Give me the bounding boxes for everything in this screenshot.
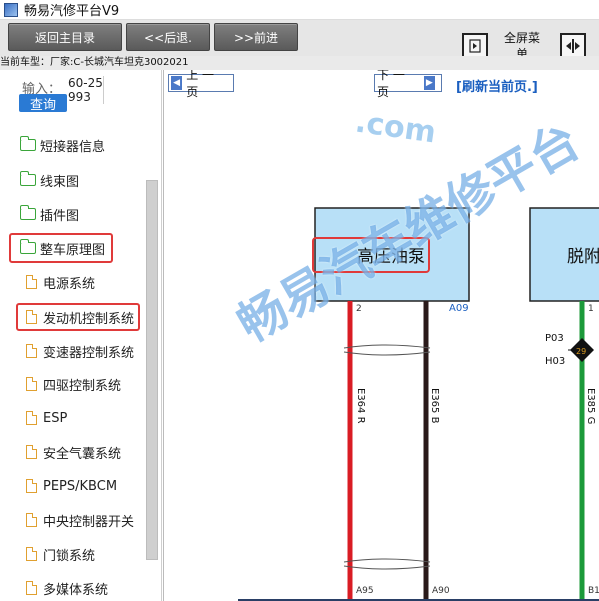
app-title: 畅易汽修平台V9 — [24, 4, 120, 19]
tree-doc-label: ESP — [43, 410, 68, 426]
document-icon — [26, 580, 38, 595]
tree-folder-harness[interactable]: 线束图 — [19, 169, 80, 191]
folder-icon — [19, 136, 36, 151]
document-icon — [26, 410, 38, 425]
twist-marker — [343, 344, 431, 356]
current-vehicle: 当前车型：厂家:C-长城汽车坦克3002021 — [0, 56, 599, 70]
tree-doc-peps[interactable]: PEPS/KBCM — [26, 475, 117, 497]
tree-doc-esp[interactable]: ESP — [26, 407, 67, 429]
title-bar: 畅易汽修平台V9 — [0, 0, 599, 20]
document-icon — [26, 444, 38, 459]
tree-doc-label: 四驱控制系统 — [43, 378, 122, 394]
tree-folder-label: 插件图 — [40, 208, 80, 224]
component-label-purge: 脱附 — [567, 247, 599, 267]
highlight-box — [16, 303, 140, 331]
back-button[interactable]: <<后退. — [126, 23, 210, 51]
pin-label: 2 — [356, 304, 362, 314]
splice-label: H03 — [545, 356, 565, 367]
forward-button[interactable]: >>前进 — [214, 23, 298, 51]
document-icon — [26, 274, 38, 289]
next-page-button[interactable]: 下 一 页 ▶ — [374, 70, 442, 99]
tree-doc-power[interactable]: 电源系统 — [26, 271, 95, 293]
document-icon — [26, 512, 38, 527]
pin-label: A95 — [356, 586, 374, 596]
tree-doc-label: 多媒体系统 — [43, 582, 109, 598]
splice-label: P03 — [545, 333, 564, 344]
diagram-viewer: ◀ 上 一 页 下 一 页 ▶ [刷新当前页.] 高压油泵 脱附 2 A09 1… — [163, 70, 599, 601]
tree-scrollbar[interactable] — [146, 180, 158, 560]
tree-doc-label: PEPS/KBCM — [43, 478, 118, 494]
tree-doc-label: 安全气囊系统 — [43, 446, 122, 462]
query-button[interactable]: 查询 — [19, 94, 67, 113]
prev-page-button[interactable]: ◀ 上 一 页 — [168, 70, 234, 99]
pin-label: A90 — [432, 586, 450, 596]
wire-label: E385 G — [585, 388, 596, 424]
document-icon — [26, 546, 38, 561]
pin-label: B1 — [588, 586, 599, 596]
app-icon — [4, 2, 18, 17]
wiring-diagram: 高压油泵 脱附 2 A09 1 A95 A90 B1 E364 R E365 B… — [238, 207, 599, 601]
tree-folder-label: 短接器信息 — [40, 139, 106, 155]
panel-toggle-icon — [469, 39, 481, 53]
viewer-nav-bar: ◀ 上 一 页 下 一 页 ▶ [刷新当前页.] — [164, 70, 599, 99]
splice-id: 29 — [576, 347, 586, 356]
tree-doc-transmission[interactable]: 变速器控制系统 — [26, 340, 134, 362]
home-button[interactable]: 返回主目录 — [8, 23, 122, 51]
tree-doc-doorlock[interactable]: 门锁系统 — [26, 543, 95, 565]
document-icon — [26, 478, 38, 493]
pin-label: 1 — [588, 304, 594, 314]
tree-folder-label: 线束图 — [40, 174, 80, 190]
wire-label: E364 R — [355, 388, 366, 424]
tree-doc-label: 变速器控制系统 — [43, 345, 135, 361]
tree-folder-connector[interactable]: 短接器信息 — [19, 134, 106, 156]
document-icon — [26, 343, 38, 358]
left-panel: 输入： 60-25993 查询 短接器信息 线束图 插件图 整车原理图 电源系统… — [0, 70, 162, 601]
toolbar: 返回主目录 <<后退. >>前进 全屏菜单 — [0, 20, 599, 61]
tree-doc-label: 门锁系统 — [43, 548, 96, 564]
tree-doc-label: 中央控制器开关 — [43, 514, 135, 530]
left-arrow-icon: ◀ — [171, 76, 183, 90]
tree-doc-airbag[interactable]: 安全气囊系统 — [26, 441, 121, 463]
tree-doc-label: 电源系统 — [43, 276, 96, 292]
folder-icon — [19, 205, 36, 220]
tree-doc-central[interactable]: 中央控制器开关 — [26, 509, 134, 531]
twist-marker — [343, 558, 431, 570]
wire-label: E365 B — [429, 388, 440, 424]
connector-label: A09 — [449, 303, 469, 314]
tree-doc-4wd[interactable]: 四驱控制系统 — [26, 373, 121, 395]
code-input[interactable]: 60-25993 — [68, 76, 104, 104]
refresh-page-link[interactable]: [刷新当前页.] — [456, 76, 538, 95]
highlight-box — [9, 233, 113, 263]
tree-folder-plug[interactable]: 插件图 — [19, 203, 80, 225]
document-icon — [26, 376, 38, 391]
folder-icon — [19, 171, 36, 186]
right-arrow-icon: ▶ — [423, 76, 435, 90]
tree-doc-multimedia[interactable]: 多媒体系统 — [26, 577, 108, 599]
component-label-pump: 高压油泵 — [357, 247, 425, 267]
expand-arrows-icon — [566, 39, 580, 53]
